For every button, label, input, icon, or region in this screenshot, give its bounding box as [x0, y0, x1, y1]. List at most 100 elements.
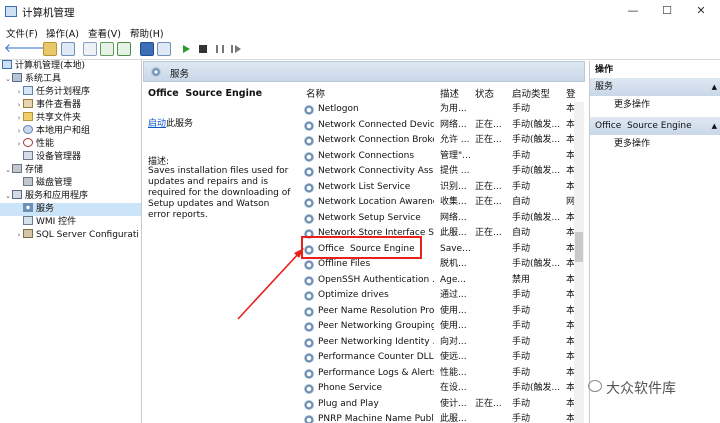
service-row[interactable]: Phone Service 在设... 手动(触发... 本	[300, 381, 583, 397]
service-startup: 手动	[512, 305, 531, 316]
tree-root[interactable]: 计算机管理(本地)	[0, 60, 141, 73]
menu-view[interactable]: 查看(V)	[86, 26, 123, 40]
service-desc: Age...	[440, 274, 466, 285]
help-icon[interactable]	[140, 42, 154, 56]
tree-services-apps[interactable]: ⌄ 服务和应用程序	[0, 190, 141, 203]
expand-chevron-icon[interactable]: ›	[15, 229, 23, 242]
scrollbar-thumb[interactable]	[575, 232, 583, 262]
collapse-chevron-icon[interactable]: ⌄	[4, 164, 12, 177]
collapse-chevron-icon[interactable]: ⌄	[4, 73, 12, 86]
menu-bar: 文件(F) 操作(A) 查看(V) 帮助(H)	[0, 24, 720, 41]
service-row[interactable]: Peer Networking Grouping 使用... 手动本	[300, 319, 583, 335]
restart-bar-icon[interactable]	[231, 45, 233, 53]
service-row[interactable]: Network Connected Devic... 网络... 正在... 手动(触…	[300, 118, 583, 134]
column-status[interactable]: 状态	[475, 86, 494, 100]
tree-disk-management[interactable]: 磁盘管理	[0, 177, 141, 190]
service-startup: 自动	[512, 228, 531, 238]
pause-icon[interactable]	[216, 45, 224, 53]
service-row[interactable]: Plug and Play 使计... 正在... 手动本	[300, 397, 583, 413]
actions-section-services[interactable]: 服务 ▲	[590, 78, 720, 96]
close-button[interactable]: ✕	[686, 4, 716, 20]
gear-icon	[304, 120, 314, 131]
export-list-icon[interactable]	[117, 42, 131, 56]
expand-chevron-icon[interactable]: ›	[15, 99, 23, 112]
service-row[interactable]: Network Setup Service 网络... 手动(触发... 本	[300, 211, 583, 227]
tree-label: WMI 控件	[36, 217, 77, 227]
tree-event-viewer[interactable]: › 事件查看器	[0, 99, 141, 112]
service-desc: 为用...	[440, 104, 467, 114]
expand-chevron-icon[interactable]: ›	[15, 86, 23, 99]
forward-arrow-icon[interactable]: 🡒	[19, 42, 51, 56]
menu-action[interactable]: 操作(A)	[44, 26, 81, 40]
tree-device-manager[interactable]: 设备管理器	[0, 151, 141, 164]
service-row[interactable]: Optimize drives 通过... 手动本	[300, 288, 583, 304]
collapse-arrow-icon[interactable]: ▲	[712, 78, 717, 96]
console-tree: 计算机管理(本地) ⌄ 系统工具 › 任务计划程序 › 事件查看器 › 共享文件夹 › 本…	[0, 60, 142, 423]
service-row[interactable]: Peer Name Resolution Pro... 使用... 手动本	[300, 304, 583, 320]
service-row[interactable]: Offline Files 脱机... 手动(触发... 本	[300, 257, 583, 273]
menu-file[interactable]: 文件(F)	[4, 26, 40, 40]
expand-chevron-icon[interactable]: ›	[15, 138, 23, 151]
back-arrow-icon[interactable]: 🡐	[4, 42, 36, 56]
service-row[interactable]: Network Connectivity Assis... 提供 ... 手动(触发…	[300, 164, 583, 180]
service-row[interactable]: Network Location Awarene...收集...正在...自动网	[300, 195, 583, 211]
column-description[interactable]: 描述	[440, 86, 459, 100]
service-row[interactable]: Network Connections 管理"... 手动本	[300, 149, 583, 165]
column-startup-type[interactable]: 启动类型	[512, 86, 550, 100]
service-row[interactable]: Network Connection Broker 允许 ... 正在... 手动(触…	[300, 133, 583, 149]
more-actions-2[interactable]: 更多操作	[590, 135, 720, 153]
gear-icon	[304, 368, 314, 379]
actions-section-office[interactable]: Office Source Engine ▲	[590, 117, 720, 135]
tools-icon	[12, 73, 22, 82]
services-list: Netlogon 为用... 手动本 Network Connected Devic.…	[300, 102, 583, 423]
service-name: Network Connected Devic...	[318, 119, 434, 130]
show-hide-icon[interactable]	[157, 42, 171, 56]
tree-label: 存储	[25, 165, 44, 175]
tree-local-users[interactable]: › 本地用户和组	[0, 125, 141, 138]
tree-label: 计算机管理(本地)	[15, 61, 86, 71]
service-row[interactable]: Performance Logs & Alerts 性能... 手动本	[300, 366, 583, 382]
section-label: 服务	[595, 82, 614, 92]
tree-storage[interactable]: ⌄ 存储	[0, 164, 141, 177]
service-name: Performance Logs & Alerts	[318, 367, 434, 378]
play-icon[interactable]	[183, 45, 190, 53]
tree-sql[interactable]: › SQL Server Configurati	[0, 229, 141, 242]
column-logon[interactable]: 登	[566, 86, 576, 100]
service-startup: 禁用	[512, 274, 531, 285]
service-row[interactable]: Netlogon 为用... 手动本	[300, 102, 583, 118]
service-row[interactable]: Performance Counter DLL ... 使远... 手动本	[300, 350, 583, 366]
refresh-icon[interactable]	[100, 42, 114, 56]
tree-services[interactable]: 服务	[0, 203, 141, 216]
console-tree-icon[interactable]	[61, 42, 75, 56]
service-startup: 手动	[512, 104, 531, 114]
more-actions-1[interactable]: 更多操作	[590, 96, 720, 114]
service-row[interactable]: Network List Service 识别... 正在... 手动本	[300, 180, 583, 196]
maximize-button[interactable]: ☐	[652, 4, 682, 20]
vertical-scrollbar[interactable]	[574, 102, 584, 423]
stop-icon[interactable]	[199, 45, 207, 53]
service-row[interactable]: PNRP Machine Name Publ... 此服... 手动本	[300, 412, 583, 423]
tree-performance[interactable]: › 性能	[0, 138, 141, 151]
expand-chevron-icon[interactable]: ›	[15, 125, 23, 138]
menu-help[interactable]: 帮助(H)	[128, 26, 166, 40]
tree-wmi[interactable]: WMI 控件	[0, 216, 141, 229]
service-desc: 使远...	[440, 352, 467, 362]
minimize-button[interactable]: —	[618, 4, 648, 20]
gear-icon	[304, 167, 314, 177]
column-name[interactable]: 名称	[306, 86, 325, 100]
up-folder-icon[interactable]	[43, 42, 57, 56]
services-apps-icon	[12, 190, 22, 199]
collapse-chevron-icon[interactable]: ⌄	[4, 190, 12, 203]
tree-shared-folders[interactable]: › 共享文件夹	[0, 112, 141, 125]
restart-icon[interactable]	[235, 45, 241, 53]
tree-task-scheduler[interactable]: › 任务计划程序	[0, 86, 141, 99]
properties-icon[interactable]	[83, 42, 97, 56]
service-row[interactable]: OpenSSH Authentication ... Age... 禁用本	[300, 273, 583, 289]
expand-chevron-icon[interactable]: ›	[15, 112, 23, 125]
service-startup: 自动	[512, 197, 531, 207]
start-service-link[interactable]: 启动	[148, 119, 166, 129]
service-row[interactable]: Peer Networking Identity ... 向对... 手动本	[300, 335, 583, 351]
service-name: Peer Networking Identity ...	[318, 336, 434, 347]
tree-system-tools[interactable]: ⌄ 系统工具	[0, 73, 141, 86]
collapse-arrow-icon[interactable]: ▲	[712, 117, 717, 135]
